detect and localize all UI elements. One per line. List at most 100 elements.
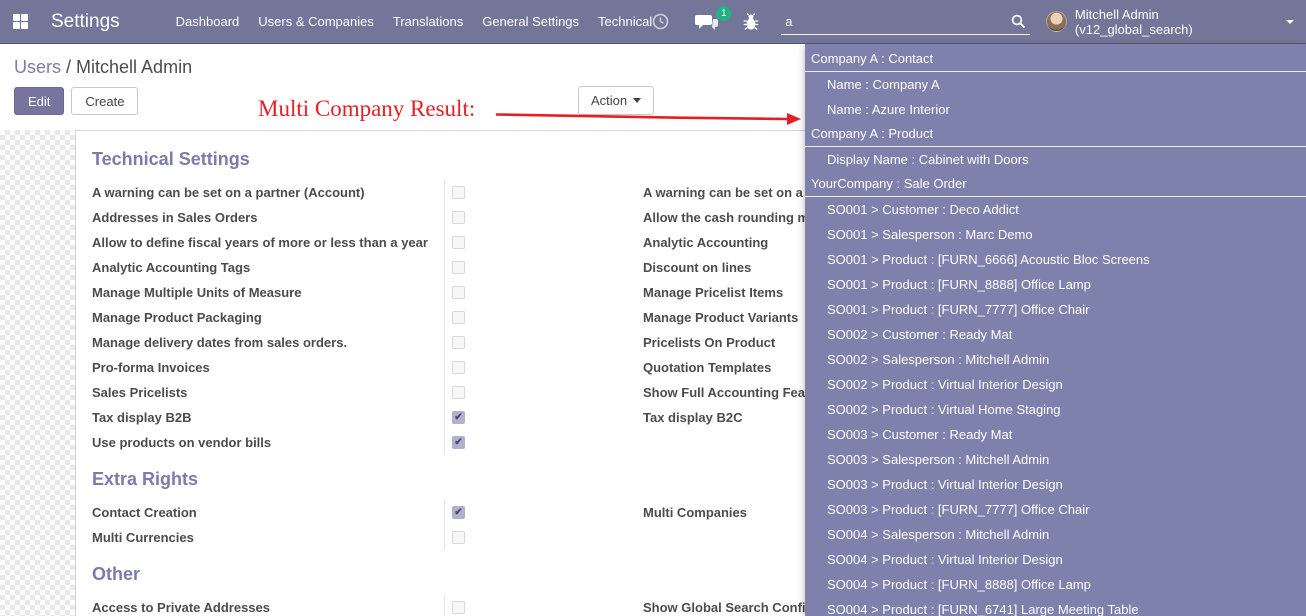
checkbox-cell bbox=[444, 330, 643, 355]
dropdown-result-item[interactable]: SO001 > Salesperson : Marc Demo bbox=[805, 222, 1306, 247]
checkbox-unchecked[interactable] bbox=[452, 601, 465, 614]
top-navbar: Settings Dashboard Users & Companies Trans… bbox=[0, 0, 1306, 44]
checkbox-unchecked[interactable] bbox=[452, 311, 465, 324]
dropdown-result-item[interactable]: SO004 > Product : Virtual Interior Desig… bbox=[805, 547, 1306, 572]
current-app-title[interactable]: Settings bbox=[51, 11, 120, 33]
checkbox-cell bbox=[444, 305, 643, 330]
checkbox-unchecked[interactable] bbox=[452, 211, 465, 224]
checkbox-checked[interactable]: ✔ bbox=[452, 506, 465, 519]
nav-menu-item-users-companies[interactable]: Users & Companies bbox=[258, 10, 374, 33]
dropdown-group-header: Company A : Product bbox=[805, 122, 1306, 147]
dropdown-result-item[interactable]: SO003 > Customer : Ready Mat bbox=[805, 422, 1306, 447]
setting-label: Tax display B2B bbox=[92, 410, 444, 425]
checkbox-cell bbox=[444, 380, 643, 405]
checkbox-unchecked[interactable] bbox=[452, 286, 465, 299]
dropdown-result-item[interactable]: Name : Azure Interior bbox=[805, 97, 1306, 122]
dropdown-result-item[interactable]: SO002 > Salesperson : Mitchell Admin bbox=[805, 347, 1306, 372]
messages-count-badge: 1 bbox=[716, 6, 731, 21]
navbar-right: 1 a Mitchell Admin (v12_global_search) bbox=[652, 7, 1306, 37]
setting-label: Multi Currencies bbox=[92, 530, 444, 545]
setting-label: Use products on vendor bills bbox=[92, 435, 444, 450]
global-search-results-dropdown: Company A : ContactName : Company AName … bbox=[805, 44, 1306, 616]
checkbox-cell bbox=[444, 595, 643, 616]
setting-label: Allow to define fiscal years of more or … bbox=[92, 235, 444, 250]
apps-grid-icon[interactable] bbox=[13, 14, 28, 29]
checkbox-cell bbox=[444, 180, 643, 205]
checkbox-cell bbox=[444, 230, 643, 255]
apps-grid-square bbox=[21, 22, 28, 29]
edit-button[interactable]: Edit bbox=[14, 87, 64, 115]
apps-grid-square bbox=[21, 14, 28, 21]
dropdown-group-header: Company A : Contact bbox=[805, 47, 1306, 72]
dropdown-result-item[interactable]: SO004 > Salesperson : Mitchell Admin bbox=[805, 522, 1306, 547]
checkbox-unchecked[interactable] bbox=[452, 236, 465, 249]
dropdown-result-item[interactable]: SO001 > Product : [FURN_8888] Office Lam… bbox=[805, 272, 1306, 297]
create-button[interactable]: Create bbox=[71, 87, 138, 115]
checkbox-cell bbox=[444, 525, 643, 550]
checkbox-cell: ✔ bbox=[444, 430, 643, 455]
chevron-down-icon bbox=[1286, 20, 1294, 24]
nav-menu-item-technical[interactable]: Technical bbox=[598, 10, 652, 33]
checkbox-cell bbox=[444, 255, 643, 280]
setting-label: Access to Private Addresses bbox=[92, 600, 444, 615]
nav-menu-item-dashboard[interactable]: Dashboard bbox=[176, 10, 240, 33]
search-icon bbox=[1011, 14, 1026, 29]
checkbox-checked[interactable]: ✔ bbox=[452, 436, 465, 449]
setting-label: A warning can be set on a partner (Accou… bbox=[92, 185, 444, 200]
checkbox-cell bbox=[444, 280, 643, 305]
dropdown-result-item[interactable]: SO004 > Product : [FURN_6741] Large Meet… bbox=[805, 597, 1306, 616]
user-menu[interactable]: Mitchell Admin (v12_global_search) bbox=[1046, 7, 1294, 37]
checkbox-cell: ✔ bbox=[444, 405, 643, 430]
user-name: Mitchell Admin (v12_global_search) bbox=[1075, 7, 1279, 37]
user-avatar bbox=[1046, 11, 1067, 32]
activities-clock-icon[interactable] bbox=[652, 13, 669, 30]
checkbox-cell: ✔ bbox=[444, 500, 643, 525]
checkbox-cell bbox=[444, 205, 643, 230]
setting-label: Manage Multiple Units of Measure bbox=[92, 285, 444, 300]
dropdown-result-item[interactable]: SO002 > Product : Virtual Home Staging bbox=[805, 397, 1306, 422]
dropdown-result-item[interactable]: SO002 > Customer : Ready Mat bbox=[805, 322, 1306, 347]
setting-label: Manage delivery dates from sales orders. bbox=[92, 335, 444, 350]
dropdown-result-item[interactable]: Name : Company A bbox=[805, 72, 1306, 97]
dropdown-result-item[interactable]: SO001 > Product : [FURN_6666] Acoustic B… bbox=[805, 247, 1306, 272]
setting-label: Analytic Accounting Tags bbox=[92, 260, 444, 275]
breadcrumb-users-link[interactable]: Users bbox=[14, 57, 61, 77]
nav-menu-item-translations[interactable]: Translations bbox=[393, 10, 463, 33]
checkbox-unchecked[interactable] bbox=[452, 361, 465, 374]
button-row: Edit Create bbox=[14, 87, 138, 115]
nav-menu-item-general-settings[interactable]: General Settings bbox=[482, 10, 579, 33]
setting-label: Sales Pricelists bbox=[92, 385, 444, 400]
checkbox-unchecked[interactable] bbox=[452, 261, 465, 274]
dropdown-result-item[interactable]: SO004 > Product : [FURN_8888] Office Lam… bbox=[805, 572, 1306, 597]
annotation-arrow bbox=[493, 102, 805, 128]
annotation-text: Multi Company Result: bbox=[258, 96, 475, 122]
setting-label: Pro-forma Invoices bbox=[92, 360, 444, 375]
bug-icon[interactable] bbox=[743, 13, 759, 31]
dropdown-result-item[interactable]: SO003 > Product : [FURN_7777] Office Cha… bbox=[805, 497, 1306, 522]
messages-icon[interactable]: 1 bbox=[695, 13, 719, 31]
setting-label: Contact Creation bbox=[92, 505, 444, 520]
apps-grid-square bbox=[13, 22, 20, 29]
apps-grid-square bbox=[13, 14, 20, 21]
dropdown-result-item[interactable]: SO001 > Customer : Deco Addict bbox=[805, 197, 1306, 222]
dropdown-result-item[interactable]: SO001 > Product : [FURN_7777] Office Cha… bbox=[805, 297, 1306, 322]
checkbox-cell bbox=[444, 355, 643, 380]
dropdown-result-item[interactable]: SO002 > Product : Virtual Interior Desig… bbox=[805, 372, 1306, 397]
checkbox-checked[interactable]: ✔ bbox=[452, 411, 465, 424]
dropdown-result-item[interactable]: SO003 > Product : Virtual Interior Desig… bbox=[805, 472, 1306, 497]
app-menu: Dashboard Users & Companies Translations Ge… bbox=[176, 10, 653, 33]
setting-label: Manage Product Packaging bbox=[92, 310, 444, 325]
global-search-input[interactable]: a bbox=[781, 9, 1030, 35]
breadcrumb-separator: / bbox=[61, 57, 76, 77]
dropdown-result-item[interactable]: Display Name : Cabinet with Doors bbox=[805, 147, 1306, 172]
checkbox-unchecked[interactable] bbox=[452, 336, 465, 349]
breadcrumb-current: Mitchell Admin bbox=[76, 57, 192, 77]
checkbox-unchecked[interactable] bbox=[452, 186, 465, 199]
dropdown-result-item[interactable]: SO003 > Salesperson : Mitchell Admin bbox=[805, 447, 1306, 472]
setting-label: Addresses in Sales Orders bbox=[92, 210, 444, 225]
checkbox-unchecked[interactable] bbox=[452, 386, 465, 399]
global-search-value: a bbox=[785, 14, 1011, 29]
breadcrumb: Users / Mitchell Admin bbox=[14, 57, 192, 78]
dropdown-group-header: YourCompany : Sale Order bbox=[805, 172, 1306, 197]
checkbox-unchecked[interactable] bbox=[452, 531, 465, 544]
